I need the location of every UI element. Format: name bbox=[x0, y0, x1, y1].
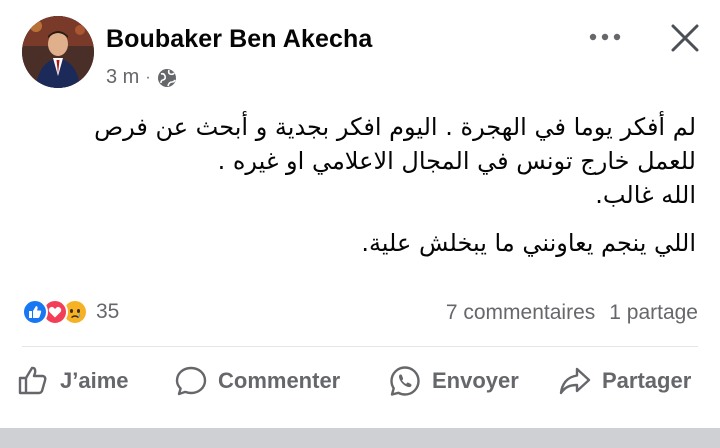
comment-label: Commenter bbox=[218, 368, 341, 393]
like-icon bbox=[22, 299, 48, 325]
post-text-line: الله غالب. bbox=[595, 181, 696, 209]
feed-separator bbox=[0, 428, 720, 448]
whatsapp-icon bbox=[390, 366, 420, 396]
share-icon bbox=[559, 367, 591, 395]
post-actions: J’aime Commenter Envoyer Partager bbox=[0, 356, 720, 406]
post-card: Boubaker Ben Akecha 3 m · لم أفكر يوما ف… bbox=[0, 0, 720, 448]
more-options-button[interactable] bbox=[585, 22, 625, 52]
post-text-line: للعمل خارج تونس في المجال الاعلامي او غي… bbox=[217, 147, 696, 175]
close-icon bbox=[671, 24, 699, 52]
meta-separator: · bbox=[145, 68, 151, 86]
thumbs-up-icon bbox=[18, 366, 47, 395]
globe-icon[interactable] bbox=[157, 68, 177, 88]
post-stats: 7 commentaires 1 partage bbox=[446, 301, 698, 325]
reactions-summary[interactable]: 35 bbox=[22, 299, 119, 325]
send-label: Envoyer bbox=[432, 368, 519, 393]
like-button[interactable]: J’aime bbox=[16, 356, 129, 406]
close-button[interactable] bbox=[664, 18, 706, 58]
post-text-line: لم أفكر يوما في الهجرة . اليوم افكر بجدي… bbox=[94, 113, 696, 141]
more-options-icon bbox=[589, 33, 621, 41]
comment-icon bbox=[175, 366, 207, 396]
post-text-line: اللي ينجم يعاونني ما يبخلش علية. bbox=[361, 229, 696, 257]
share-button[interactable]: Partager bbox=[558, 356, 691, 406]
author-avatar[interactable] bbox=[22, 16, 94, 88]
send-button[interactable]: Envoyer bbox=[388, 356, 519, 406]
like-label: J’aime bbox=[60, 368, 129, 393]
comment-button[interactable]: Commenter bbox=[174, 356, 340, 406]
divider bbox=[22, 346, 698, 347]
author-name[interactable]: Boubaker Ben Akecha bbox=[106, 25, 372, 54]
reaction-count: 35 bbox=[96, 300, 120, 323]
comments-count-link[interactable]: 7 commentaires bbox=[446, 301, 595, 325]
post-text: لم أفكر يوما في الهجرة . اليوم افكر بجدي… bbox=[16, 110, 696, 260]
post-time[interactable]: 3 m bbox=[106, 66, 139, 89]
post-meta: 3 m · bbox=[106, 66, 177, 89]
share-label: Partager bbox=[602, 368, 692, 393]
shares-count-link[interactable]: 1 partage bbox=[609, 301, 698, 325]
